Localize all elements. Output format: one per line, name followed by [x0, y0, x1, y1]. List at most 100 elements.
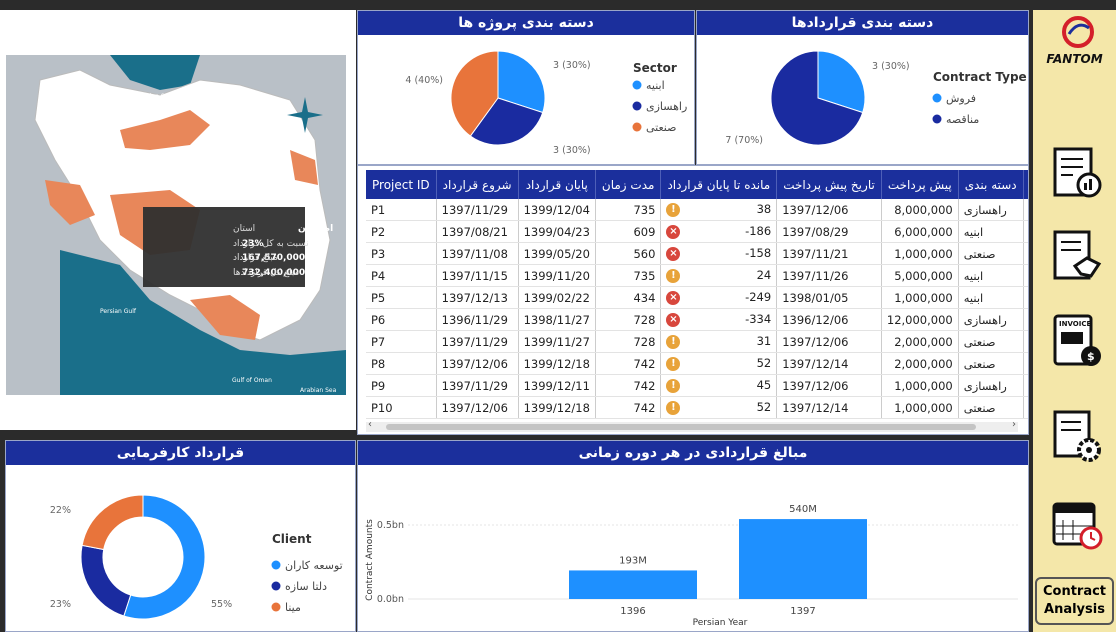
warning-icon: ! — [666, 268, 681, 283]
client-data-label-1: 23% — [50, 599, 71, 610]
report-icon[interactable] — [1051, 145, 1103, 201]
client-contracts-panel: قرارداد کارفرمایی 55% 23% 22% Client توسعه… — [5, 440, 356, 632]
table-row[interactable]: P8 1397/12/06 1399/12/18 742! 52 1397/12/14 2,… — [366, 352, 1028, 375]
client-legend-item-1[interactable]: دلتا سازه — [285, 580, 327, 593]
table-row[interactable]: P5 1397/12/13 1399/02/22 434 × -249 1398/01/05… — [366, 286, 1028, 309]
table-cell: ! 52 — [660, 352, 778, 375]
error-icon: × — [666, 312, 681, 327]
table-cell: P5 — [366, 286, 437, 309]
table-cell: 1399/11/20 — [518, 264, 596, 287]
contract-type-legend-item-1[interactable]: مناقصه — [946, 113, 979, 126]
sector-data-label-2: 4 (40%) — [405, 75, 443, 86]
table-cell: صنعتی — [958, 396, 1024, 419]
table-row[interactable]: P9 1397/11/29 1399/12/11 742! 45 1397/12/06 1,… — [366, 374, 1028, 397]
table-row[interactable]: P4 1397/11/15 1399/11/20 735! 24 1397/11/26 5,… — [366, 264, 1028, 287]
calendar-clock-icon[interactable] — [1051, 496, 1103, 552]
tooltip-value-0: اصفهان — [298, 224, 333, 234]
sea-label-persian-gulf: Persian Gulf — [100, 308, 137, 315]
table-cell: ! 38 — [660, 199, 778, 221]
table-header-7[interactable]: دسته بندی — [958, 170, 1024, 199]
sector-data-label-0: 3 (30%) — [553, 60, 591, 71]
table-cell: ! 45 — [660, 374, 778, 397]
table-cell: ! 52 — [660, 396, 778, 419]
contract-amounts-bar-chart[interactable]: Contract Amounts Persian Year 0.0bn 0.5bn… — [358, 465, 1029, 632]
warning-icon: ! — [666, 378, 681, 393]
scroll-right-icon[interactable]: › — [1012, 419, 1016, 430]
contracts-pie-chart[interactable]: 3 (30%) 7 (70%) Contract Type فروش مناقصه — [697, 35, 1029, 165]
client-slice-1[interactable] — [80, 544, 132, 617]
table-cell: در حال اجرا — [1023, 374, 1028, 397]
table-cell: 1397/08/21 — [436, 220, 519, 243]
table-header-5[interactable]: تاریخ پیش پرداخت — [776, 170, 882, 199]
bar-y-axis-label: Contract Amounts — [365, 519, 375, 601]
table-cell: 1397/12/13 — [436, 286, 519, 309]
svg-text:$: $ — [1087, 350, 1095, 363]
table-header-0[interactable]: Project ID — [366, 170, 437, 199]
sector-legend-marker-2 — [632, 122, 642, 132]
client-legend-title: Client — [272, 532, 312, 546]
table-cell: 1397/11/08 — [436, 242, 519, 265]
table-header-8[interactable]: وضعیت پروژه — [1023, 170, 1028, 199]
table-cell: در حال اجرا — [1023, 308, 1028, 331]
table-cell: 1399/12/04 — [518, 199, 596, 221]
table-cell: 2,000,000 — [881, 352, 959, 375]
sector-legend-item-1[interactable]: راهسازی — [646, 100, 687, 113]
contract-analysis-line1: Contract — [1042, 584, 1107, 599]
client-legend-item-2[interactable]: مینا — [285, 601, 301, 614]
table-cell: 8,000,000 — [881, 199, 959, 221]
table-cell: 1397/11/29 — [436, 374, 519, 397]
client-donut-chart[interactable]: 55% 23% 22% Client توسعه کاران دلتا سازه مین… — [6, 465, 356, 632]
bar-1397[interactable] — [739, 519, 867, 599]
table-cell: 609 — [595, 220, 662, 243]
table-cell: 560 — [595, 242, 662, 265]
client-legend-marker-0 — [271, 560, 281, 570]
table-header-1[interactable]: شروع قرارداد — [436, 170, 519, 199]
horizontal-scrollbar[interactable]: ‹ › — [366, 419, 1018, 432]
client-slice-2[interactable] — [81, 494, 144, 551]
table-cell: × -334 — [660, 308, 778, 331]
sector-legend-item-2[interactable]: صنعتی — [646, 121, 676, 134]
table-cell: 1397/08/29 — [776, 220, 882, 243]
table-cell: پایان — [1023, 396, 1028, 419]
fantom-logo-icon — [1062, 16, 1094, 48]
table-header-4[interactable]: مانده تا پایان قرارداد — [660, 170, 778, 199]
table-cell: در حال اجرا — [1023, 352, 1028, 375]
bar-category-label-0: 1396 — [620, 606, 645, 617]
table-header-3[interactable]: مدت زمان — [595, 170, 662, 199]
table-header-2[interactable]: پایان قرارداد — [518, 170, 596, 199]
scroll-left-icon[interactable]: ‹ — [368, 419, 372, 430]
map-tooltip: اصفهان استان 23% نسبت به کل قرارداد 167,… — [143, 207, 333, 287]
table-cell: راهسازی — [958, 308, 1024, 331]
projects-table: Project ID شروع قرارداد پایان قرارداد مدت ز… — [366, 170, 1028, 419]
contract-handshake-icon[interactable] — [1051, 228, 1103, 284]
sector-legend-item-0[interactable]: ابنیه — [646, 79, 665, 92]
bar-value-label-1: 540M — [789, 504, 817, 515]
table-cell: P10 — [366, 396, 437, 419]
contract-type-legend-item-0[interactable]: فروش — [946, 92, 976, 105]
table-cell: 1397/12/06 — [436, 352, 519, 375]
table-cell: P1 — [366, 199, 437, 221]
table-row[interactable]: P3 1397/11/08 1399/05/20 560 × -158 1397/11/21… — [366, 242, 1028, 265]
table-row[interactable]: P1 1397/11/29 1399/12/04 735! 38 1397/12/06 8,… — [366, 199, 1028, 221]
table-row[interactable]: P6 1396/11/29 1398/11/27 728 × -334 1396/12/06… — [366, 308, 1028, 331]
bar-1396[interactable] — [569, 570, 697, 599]
table-row[interactable]: P2 1397/08/21 1399/04/23 609 × -186 1397/08/29… — [366, 220, 1028, 243]
settings-document-icon[interactable] — [1051, 408, 1103, 464]
table-cell: × -186 — [660, 220, 778, 243]
sector-data-label-1: 3 (30%) — [553, 145, 591, 156]
contract-amounts-panel: مبالغ قراردادی در هر دوره زمانی Contract… — [357, 440, 1029, 632]
contract-type-data-label-1: 7 (70%) — [725, 135, 763, 146]
table-cell: راهسازی — [958, 374, 1024, 397]
map-panel: Caspian Sea Persian Gulf Gulf of Oman Ar… — [0, 10, 356, 430]
table-cell: 1397/11/29 — [436, 199, 519, 221]
table-row[interactable]: P7 1397/11/29 1399/11/27 728! 31 1397/12/06 2,… — [366, 330, 1028, 353]
client-legend-item-0[interactable]: توسعه کاران — [285, 559, 343, 572]
iran-map[interactable]: Caspian Sea Persian Gulf Gulf of Oman Ar… — [0, 10, 356, 430]
invoice-icon[interactable]: INVOICE $ — [1051, 312, 1103, 368]
table-cell: 1399/11/27 — [518, 330, 596, 353]
warning-icon: ! — [666, 202, 681, 217]
contract-analysis-button[interactable]: Contract Analysis — [1035, 577, 1114, 625]
projects-pie-chart[interactable]: 3 (30%) 3 (30%) 4 (40%) Sector ابنیه راهساز… — [358, 35, 695, 165]
table-header-6[interactable]: پیش پرداخت — [881, 170, 959, 199]
table-row[interactable]: P10 1397/12/06 1399/12/18 742! 52 1397/12/14 1… — [366, 396, 1028, 419]
